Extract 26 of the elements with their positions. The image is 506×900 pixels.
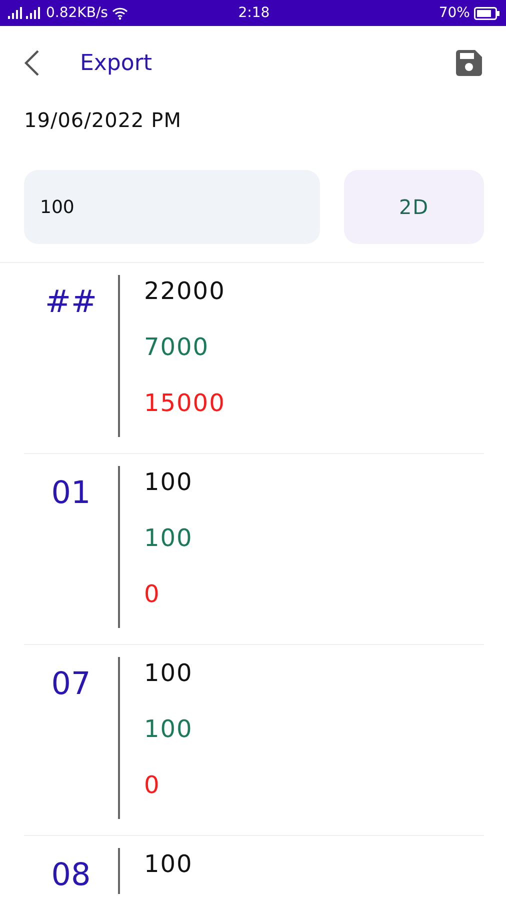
total-amount: 100 [144, 850, 193, 878]
back-icon[interactable] [24, 50, 40, 76]
page-title: Export [80, 50, 154, 76]
signal-icon [8, 7, 42, 19]
clock-time: 2:18 [238, 5, 270, 21]
remaining-amount: 15000 [144, 389, 226, 417]
date-label: 19/06/2022 PM [23, 107, 182, 134]
total-amount: 22000 [144, 277, 226, 305]
wifi-icon [112, 6, 128, 20]
amount-field[interactable]: 100 [24, 170, 320, 244]
remaining-amount: 0 [144, 580, 162, 608]
total-amount: 100 [144, 659, 193, 687]
entry-number: 08 [50, 856, 92, 894]
battery-percent: 70% [438, 5, 470, 21]
paid-amount: 100 [144, 524, 193, 552]
save-icon[interactable] [456, 50, 482, 76]
entry-number: 07 [50, 665, 92, 703]
paid-amount: 7000 [144, 333, 210, 361]
total-amount: 100 [144, 468, 193, 496]
entry-number: ## [44, 283, 98, 321]
battery-icon [474, 6, 500, 20]
paid-amount: 100 [144, 715, 193, 743]
entry-number: 01 [50, 474, 92, 512]
mode-button[interactable]: 2D [344, 170, 484, 244]
network-speed: 0.82KB/s [46, 5, 108, 21]
remaining-amount: 0 [144, 771, 162, 799]
